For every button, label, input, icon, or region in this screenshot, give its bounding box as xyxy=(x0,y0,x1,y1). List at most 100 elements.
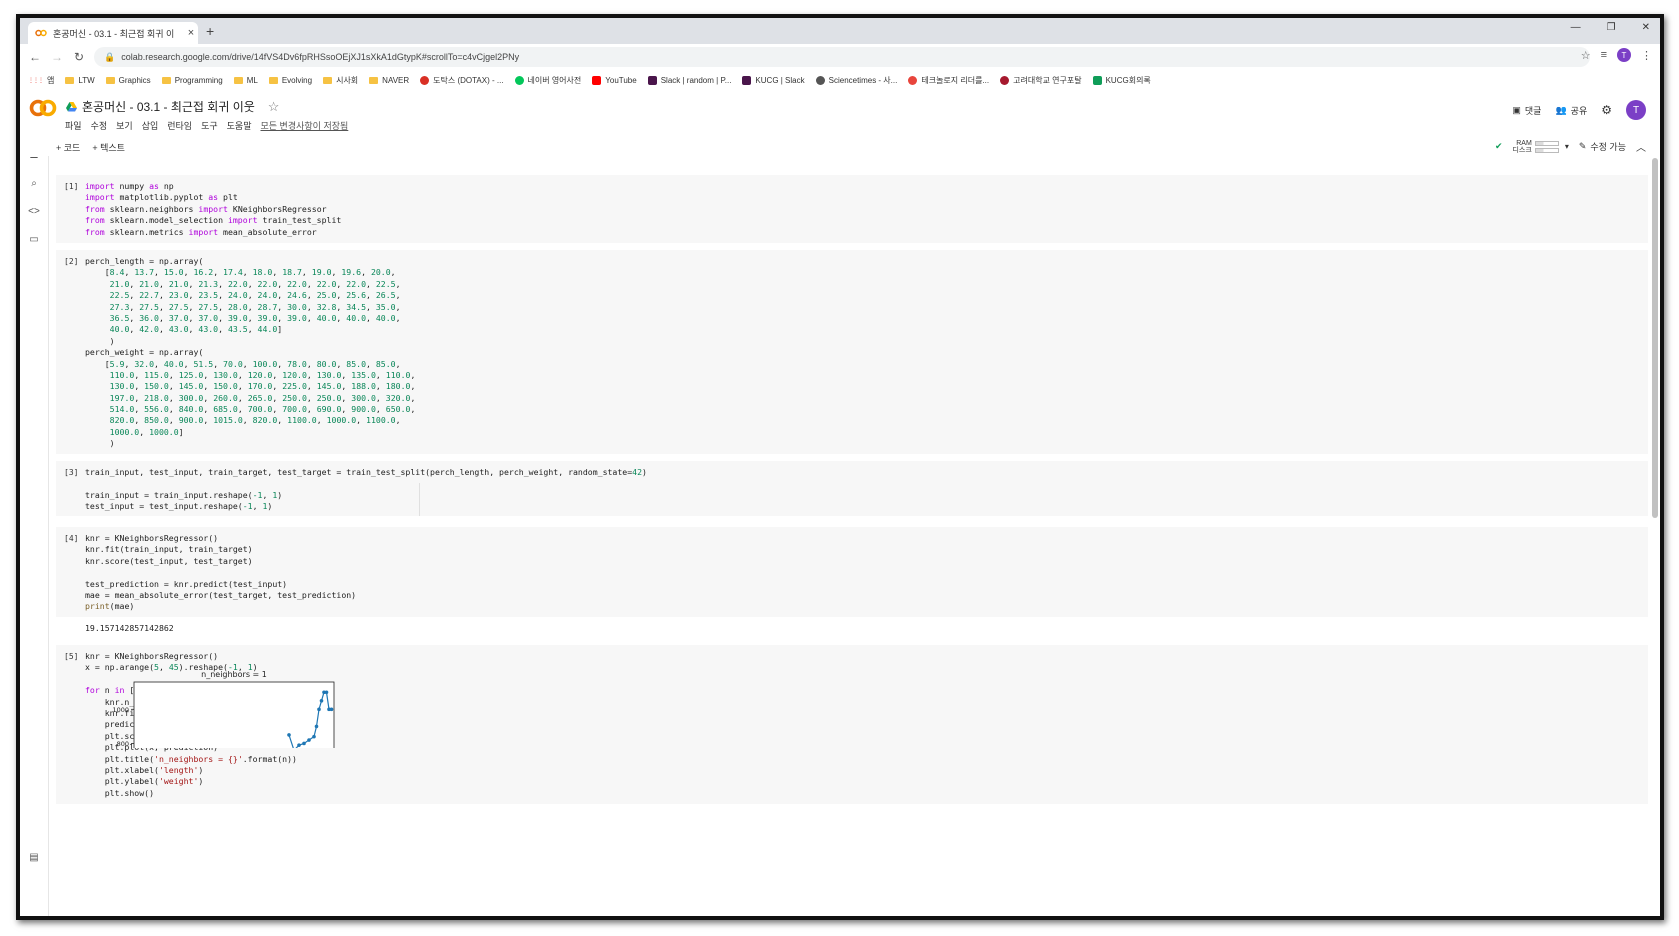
files-folder-icon[interactable]: ▭ xyxy=(26,234,42,245)
data-point xyxy=(319,698,324,703)
data-point xyxy=(302,741,306,746)
code-line: import numpy as np xyxy=(85,181,174,191)
bookmark-item[interactable]: NAVER xyxy=(369,76,409,85)
bookmark-star-icon[interactable]: ☆ xyxy=(1581,49,1591,62)
code-cell[interactable]: [1] import numpy as np import matplotlib.p… xyxy=(56,175,1648,243)
code-cell[interactable]: [3] train_input, test_input, train_target… xyxy=(56,461,1648,516)
bookmark-item[interactable]: 테크놀로지 리더를... xyxy=(908,75,989,86)
restore-icon[interactable]: ❐ xyxy=(1607,22,1616,33)
bookmark-item[interactable]: Sciencetimes - 사... xyxy=(815,75,897,86)
minimize-icon[interactable]: — xyxy=(1571,22,1581,33)
scrollbar[interactable] xyxy=(1652,158,1658,518)
address-bar[interactable]: 🔒 colab.research.google.com/drive/14fVS4… xyxy=(94,47,1590,67)
settings-gear-icon[interactable]: ⚙ xyxy=(1601,103,1612,117)
bookmark-label: 고려대학교 연구포탈 xyxy=(1013,75,1082,85)
bookmark-item[interactable]: ML xyxy=(233,76,258,85)
code-line: [8.4, 13.7, 15.0, 16.2, 17.4, 18.0, 18.7… xyxy=(85,267,396,278)
code-line: plt.xlabel('length') xyxy=(85,764,204,775)
folder-icon xyxy=(233,76,243,84)
code-editor[interactable]: import numpy as np import matplotlib.pypl… xyxy=(85,181,341,238)
drive-icon xyxy=(66,101,77,111)
menu-item[interactable]: 보기 xyxy=(116,119,133,132)
resource-dropdown-icon[interactable]: ▾ xyxy=(1565,143,1569,151)
resource-monitor[interactable]: RAM 디스크 ▾ xyxy=(1512,140,1568,154)
bookmark-label: Graphics xyxy=(118,75,151,85)
bookmark-item[interactable]: 고려대학교 연구포탈 xyxy=(1000,75,1082,86)
comment-button[interactable]: ▣ 댓글 xyxy=(1512,104,1541,117)
notebook-title[interactable]: 혼공머신 - 03.1 - 최근접 회귀 이웃 xyxy=(82,98,255,115)
close-window-icon[interactable]: ✕ xyxy=(1642,22,1650,33)
code-line: 110.0, 115.0, 125.0, 130.0, 120.0, 120.0… xyxy=(109,369,416,380)
bookmark-label: Evolving xyxy=(281,75,313,85)
menu-item[interactable]: 런타임 xyxy=(167,119,192,132)
share-button[interactable]: 👥 공유 xyxy=(1555,104,1587,117)
menu-item[interactable]: 수정 xyxy=(91,119,108,132)
bookmark-item[interactable]: 시사회 xyxy=(323,75,358,86)
y-tick-label: 800 xyxy=(117,740,129,748)
lock-icon: 🔒 xyxy=(104,51,116,62)
edit-mode-button[interactable]: ✎ 수정 가능 xyxy=(1579,140,1626,153)
menu-item[interactable]: 도움말 xyxy=(227,119,252,132)
search-icon[interactable]: ⌕ xyxy=(26,178,42,189)
notebook-body: [1] import numpy as np import matplotlib.p… xyxy=(56,158,1648,916)
forward-icon[interactable]: → xyxy=(46,50,68,64)
bookmark-item[interactable]: 네이버 영어사전 xyxy=(514,75,582,86)
bookmark-item[interactable]: KUCG | Slack xyxy=(742,75,805,85)
site-icon xyxy=(420,75,430,85)
code-snippets-icon[interactable]: <> xyxy=(26,206,42,217)
bookmark-label: 네이버 영어사전 xyxy=(527,75,582,85)
menu-item[interactable]: 삽입 xyxy=(142,119,159,132)
tab-close-icon[interactable]: × xyxy=(184,27,198,39)
pencil-icon: ✎ xyxy=(1578,141,1587,151)
bookmark-item[interactable]: YouTube xyxy=(592,75,637,85)
code-line: 27.3, 27.5, 27.5, 27.5, 28.0, 28.7, 30.0… xyxy=(109,301,401,312)
add-code-button[interactable]: + 코드 xyxy=(56,141,80,154)
bookmark-item[interactable]: ⋮⋮⋮ 앱 xyxy=(28,75,54,86)
code-editor[interactable]: knr = KNeighborsRegressor() knr.fit(train… xyxy=(85,533,356,613)
reload-icon[interactable]: ↻ xyxy=(68,50,90,64)
code-editor[interactable]: train_input, test_input, train_target, t… xyxy=(85,467,647,513)
code-editor[interactable]: perch_length = np.array( [8.4, 13.7, 15.… xyxy=(85,256,415,450)
new-tab-button[interactable]: + xyxy=(206,23,214,39)
add-text-button[interactable]: + 텍스트 xyxy=(92,141,125,154)
bookmark-label: 시사회 xyxy=(336,75,359,85)
notebook-title-row: 혼공머신 - 03.1 - 최근접 회귀 이웃 ☆ xyxy=(66,98,279,115)
slack-icon xyxy=(647,75,657,85)
site-icon xyxy=(815,75,825,85)
plot-area xyxy=(133,681,335,753)
menu-item[interactable]: 파일 xyxy=(65,119,82,132)
colab-logo-icon[interactable] xyxy=(29,98,57,118)
youtube-icon xyxy=(592,75,602,85)
code-cell[interactable]: [4] knr = KNeighborsRegressor() knr.fit(tr… xyxy=(56,527,1648,617)
code-line: perch_length = np.array( xyxy=(85,256,204,266)
bookmark-item[interactable]: 도탁스 (DOTAX) - ... xyxy=(420,75,504,86)
cell-divider xyxy=(419,483,420,516)
share-people-icon: 👥 xyxy=(1555,104,1567,115)
account-avatar[interactable]: T xyxy=(1626,100,1646,120)
window-controls: — ❐ ✕ xyxy=(1571,22,1650,33)
browser-profile-avatar[interactable]: T xyxy=(1617,48,1631,62)
bookmark-item[interactable]: KUCG회의록 xyxy=(1092,75,1151,86)
save-status-link[interactable]: 모든 변경사항이 저장됨 xyxy=(261,119,349,132)
back-icon[interactable]: ← xyxy=(24,50,46,64)
address-bar-row: ← → ↻ 🔒 colab.research.google.com/drive/… xyxy=(20,44,1660,70)
bookmark-item[interactable]: Graphics xyxy=(105,75,151,85)
bookmark-item[interactable]: Slack | random | P... xyxy=(647,75,731,85)
bookmark-item[interactable]: LTW xyxy=(65,76,95,85)
code-cell[interactable]: [2] perch_length = np.array( [8.4, 13.7, … xyxy=(56,250,1648,454)
folder-icon xyxy=(105,76,115,84)
terminal-icon[interactable]: ▤ xyxy=(26,852,42,863)
reading-list-icon[interactable]: ≡ xyxy=(1601,49,1607,61)
header-actions: ▣ 댓글 👥 공유 ⚙ T xyxy=(1512,100,1646,120)
star-icon[interactable]: ☆ xyxy=(268,99,280,115)
folder-icon xyxy=(369,76,379,84)
browser-tab[interactable]: 혼공머신 - 03.1 - 최근접 회귀 이 × xyxy=(28,22,198,44)
browser-menu-icon[interactable]: ⋮ xyxy=(1641,49,1652,62)
menu-item[interactable]: 도구 xyxy=(201,119,218,132)
cell-output: 19.157142857142862 xyxy=(85,623,174,633)
bookmark-item[interactable]: Programming xyxy=(161,76,223,85)
collapse-chevron-icon[interactable]: ︿ xyxy=(1636,139,1646,154)
bookmark-item[interactable]: Evolving xyxy=(268,75,313,85)
data-point xyxy=(312,734,316,739)
